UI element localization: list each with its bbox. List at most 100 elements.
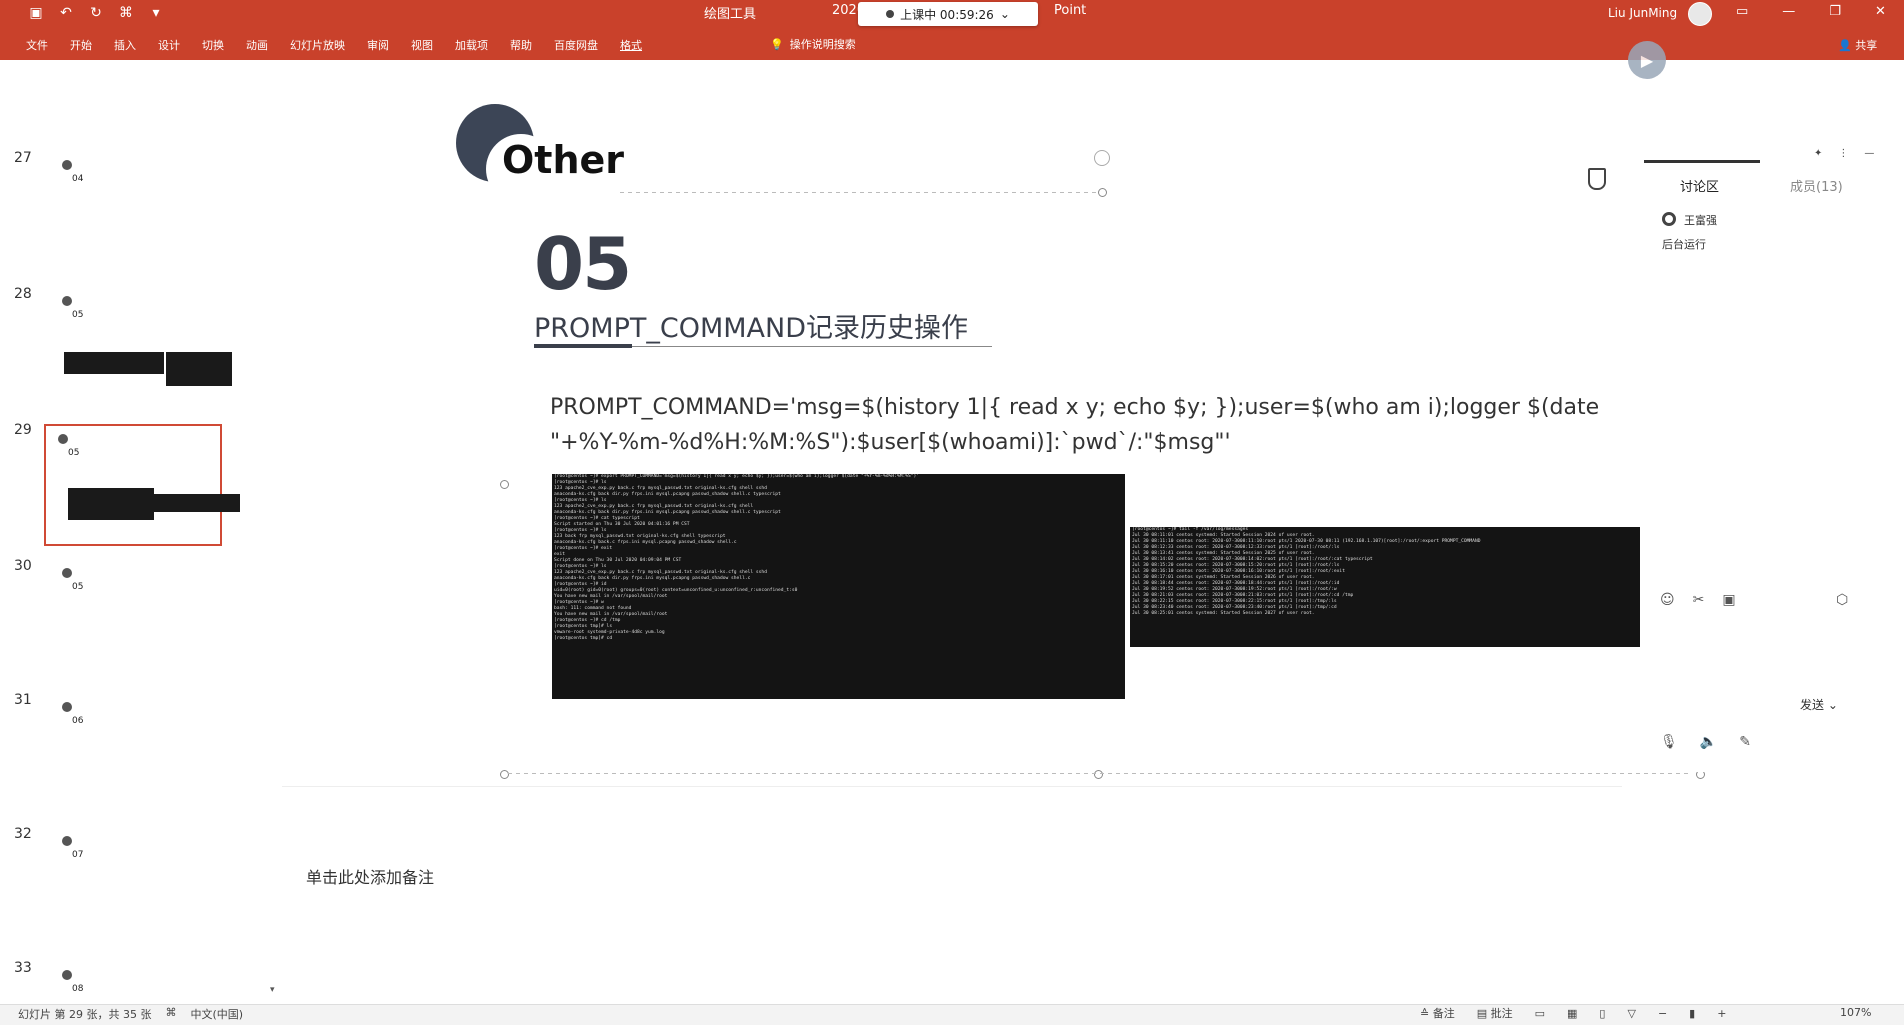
- comments-button-label: 批注: [1490, 1007, 1513, 1020]
- zoom-out-icon[interactable]: −: [1658, 1007, 1667, 1020]
- slide-thumbnail-panel[interactable]: 27 04 28 05 29 05 30 05 31 06 32 07 33 0…: [10, 60, 282, 1004]
- menu-view[interactable]: 视图: [411, 37, 433, 53]
- panel-controls: ✦ ⋮ —: [1814, 148, 1874, 159]
- zoom-level[interactable]: 107%: [1840, 1006, 1871, 1019]
- notes-button-label: 备注: [1432, 1007, 1455, 1020]
- menu-slideshow[interactable]: 幻灯片放映: [290, 37, 345, 53]
- play-icon: ▶: [1628, 41, 1666, 79]
- thumb-logo-icon: [62, 970, 72, 980]
- send-button[interactable]: 发送 ⌄: [1800, 696, 1838, 713]
- thumb-logo-icon: [62, 160, 72, 170]
- selection-border: [620, 192, 1100, 193]
- emoji-icon[interactable]: ☺: [1660, 592, 1675, 608]
- minimize-icon[interactable]: —: [1782, 4, 1795, 19]
- notes-button[interactable]: ≙ 备注: [1420, 1005, 1455, 1021]
- slide-thumbnail-29-selected[interactable]: 05: [44, 424, 240, 546]
- settings-icon[interactable]: ⬡: [1836, 592, 1848, 608]
- message-text: 后台运行: [1662, 238, 1706, 251]
- thumbnail-scroll-down-icon[interactable]: ▾: [270, 985, 275, 995]
- slide-thumbnail-32[interactable]: 07: [50, 828, 258, 924]
- thumb-terminal-image: [154, 494, 240, 512]
- thumbnail-label: 07: [72, 850, 84, 860]
- resize-handle[interactable]: [1094, 770, 1103, 779]
- code-text-box[interactable]: PROMPT_COMMAND='msg=$(history 1|{ read x…: [550, 390, 1630, 460]
- image-icon[interactable]: ▣: [1722, 592, 1735, 608]
- menu-baidu-netdisk[interactable]: 百度网盘: [554, 37, 598, 53]
- menu-help[interactable]: 帮助: [510, 37, 532, 53]
- zoom-slider[interactable]: ▮: [1689, 1007, 1695, 1020]
- thumb-logo-icon: [58, 434, 68, 444]
- scissors-icon[interactable]: ✂: [1693, 592, 1705, 608]
- shield-icon: [1588, 168, 1606, 190]
- slide-thumbnail-33[interactable]: 08: [50, 962, 258, 1002]
- thumb-logo-icon: [62, 702, 72, 712]
- tell-me-search[interactable]: 💡 操作说明搜索: [770, 36, 856, 52]
- resize-handle[interactable]: [500, 480, 509, 489]
- slide-thumbnail-28[interactable]: 05: [50, 288, 258, 386]
- format-icon[interactable]: ⌘: [118, 5, 134, 21]
- avatar[interactable]: [1688, 2, 1712, 26]
- terminal-screenshot-1[interactable]: [root@centos ~]# export PROMPT_COMMAND='…: [552, 474, 1125, 699]
- redo-icon[interactable]: ↻: [88, 5, 104, 21]
- thumb-logo-icon: [62, 296, 72, 306]
- slide-thumbnail-27[interactable]: 04: [50, 152, 258, 248]
- user-name[interactable]: Liu JunMing: [1608, 6, 1677, 20]
- minimize-icon[interactable]: —: [1864, 148, 1874, 159]
- live-status-text: 上课中 00:59:26: [900, 7, 994, 22]
- tab-discussion[interactable]: 讨论区: [1680, 176, 1719, 195]
- context-tool-label: 绘图工具: [704, 7, 757, 22]
- menu-animations[interactable]: 动画: [246, 37, 268, 53]
- menu-insert[interactable]: 插入: [114, 37, 136, 53]
- restore-icon[interactable]: ❐: [1829, 4, 1841, 19]
- discussion-panel: [1640, 132, 1884, 772]
- menu-addins[interactable]: 加载项: [455, 37, 488, 53]
- live-class-status[interactable]: 上课中 00:59:26 ⌄: [858, 2, 1038, 26]
- rotate-handle[interactable]: [1094, 150, 1110, 166]
- resize-handle[interactable]: [1098, 188, 1107, 197]
- save-icon[interactable]: ▣: [28, 5, 44, 21]
- language-indicator[interactable]: 中文(中国): [190, 1006, 243, 1022]
- thumbnail-number: 27: [14, 150, 32, 166]
- resize-handle[interactable]: [500, 770, 509, 779]
- slide-thumbnail-31[interactable]: 06: [50, 694, 258, 790]
- pen-icon[interactable]: ✎: [1739, 734, 1751, 750]
- thumb-terminal-image: [64, 352, 164, 374]
- menu-format[interactable]: 格式: [620, 37, 642, 53]
- chevron-down-icon: ⌄: [999, 7, 1010, 21]
- terminal-line: [root@centos tmp]# cd: [554, 636, 613, 641]
- customize-icon[interactable]: ▾: [148, 5, 164, 21]
- reading-view-icon[interactable]: ▯: [1599, 1007, 1605, 1020]
- accessibility-icon[interactable]: ⌘: [165, 1006, 176, 1022]
- share-button[interactable]: 👤 共享: [1838, 37, 1877, 53]
- ribbon-display-icon[interactable]: ▭: [1736, 4, 1748, 19]
- close-icon[interactable]: ✕: [1875, 4, 1886, 19]
- thumbnail-label: 05: [68, 448, 80, 458]
- thumbnail-number: 29: [14, 422, 32, 438]
- slide-thumbnail-30[interactable]: 05: [50, 560, 258, 656]
- ribbon: ▣ ↶ ↻ ⌘ ▾ 绘图工具 2020 Point 上课中 00:59:26 ⌄…: [0, 0, 1904, 60]
- thumbnail-label: 04: [72, 174, 84, 184]
- slide-sorter-icon[interactable]: ▦: [1567, 1007, 1577, 1020]
- selection-border: [508, 773, 1688, 774]
- undo-icon[interactable]: ↶: [58, 5, 74, 21]
- slideshow-icon[interactable]: ▽: [1627, 1007, 1635, 1020]
- menu-home[interactable]: 开始: [70, 37, 92, 53]
- thumb-terminal-image: [166, 352, 232, 386]
- zoom-in-icon[interactable]: +: [1717, 1007, 1726, 1020]
- thumbnail-number: 32: [14, 826, 32, 842]
- normal-view-icon[interactable]: ▭: [1535, 1007, 1545, 1020]
- thumbnail-number: 28: [14, 286, 32, 302]
- comments-button[interactable]: ▤ 批注: [1477, 1005, 1513, 1021]
- menu-design[interactable]: 设计: [158, 37, 180, 53]
- lightbulb-icon: 💡: [770, 37, 784, 51]
- microphone-icon[interactable]: 🎙: [1660, 734, 1678, 750]
- tab-members[interactable]: 成员(13): [1790, 176, 1843, 195]
- menu-review[interactable]: 审阅: [367, 37, 389, 53]
- speaker-icon[interactable]: 🔈: [1700, 734, 1717, 750]
- pin-icon[interactable]: ✦: [1814, 148, 1822, 159]
- menu-file[interactable]: 文件: [26, 37, 48, 53]
- terminal-screenshot-2[interactable]: [root@centos ~]# tail -f /var/log/messag…: [1130, 527, 1645, 647]
- menu-transitions[interactable]: 切换: [202, 37, 224, 53]
- notes-placeholder[interactable]: 单击此处添加备注: [306, 864, 434, 888]
- more-icon[interactable]: ⋮: [1838, 148, 1848, 159]
